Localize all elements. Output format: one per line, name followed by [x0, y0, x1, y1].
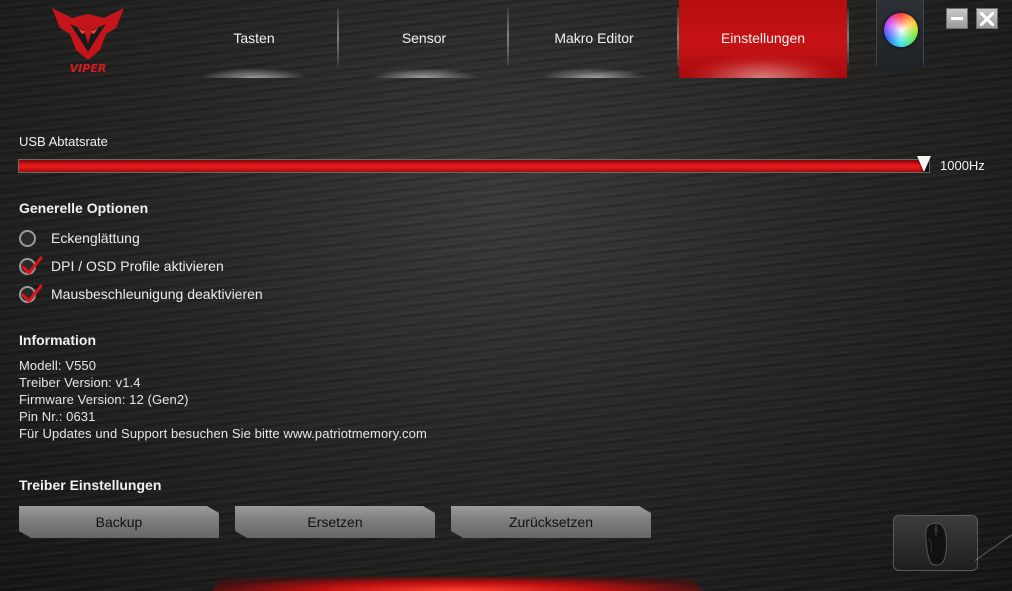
polling-rate-label: USB Abtatsrate	[19, 134, 108, 149]
option-label: DPI / OSD Profile aktivieren	[51, 258, 224, 274]
checkmark-icon	[21, 256, 43, 274]
minimize-button[interactable]	[946, 8, 968, 29]
general-options-title: Generelle Optionen	[19, 200, 149, 216]
logo-text: VIPER	[70, 62, 107, 75]
polling-rate-value: 1000Hz	[940, 158, 985, 173]
option-label: Mausbeschleunigung deaktivieren	[51, 286, 263, 302]
information-title: Information	[19, 332, 96, 348]
checkmark-icon	[21, 284, 43, 302]
option-dpi-osd-profiles[interactable]: DPI / OSD Profile aktivieren	[19, 256, 224, 276]
device-mouse-button[interactable]	[893, 515, 978, 571]
option-disable-acceleration[interactable]: Mausbeschleunigung deaktivieren	[19, 284, 263, 304]
viper-logo-icon: VIPER	[52, 8, 124, 75]
tab-divider	[507, 8, 509, 66]
driver-settings-title: Treiber Einstellungen	[19, 477, 162, 493]
tab-label: Makro Editor	[554, 30, 634, 46]
option-label: Eckenglättung	[51, 230, 140, 246]
tab-tasten[interactable]: Tasten	[170, 0, 338, 78]
tab-label: Einstellungen	[720, 30, 806, 46]
info-driver-version: Treiber Version: v1.4	[19, 375, 141, 390]
info-model: Modell: V550	[19, 358, 97, 373]
mouse-icon	[925, 522, 947, 566]
tab-divider	[337, 8, 339, 66]
bottom-glow-bar	[212, 577, 702, 591]
color-wheel-icon	[884, 13, 918, 47]
polling-rate-fill	[19, 160, 923, 172]
checkbox-checked[interactable]	[19, 256, 43, 275]
checkbox-checked[interactable]	[19, 284, 43, 303]
lighting-tab[interactable]	[876, 0, 924, 74]
replace-button[interactable]: Ersetzen	[235, 506, 435, 538]
tab-makro-editor[interactable]: Makro Editor	[510, 0, 678, 78]
info-pin-number: Pin Nr.: 0631	[19, 409, 96, 424]
close-button[interactable]	[976, 8, 998, 29]
backup-button[interactable]: Backup	[19, 506, 219, 538]
viper-logo: VIPER	[48, 4, 128, 76]
tab-label: Tasten	[233, 30, 275, 46]
option-corner-smoothing[interactable]: Eckenglättung	[19, 228, 140, 248]
close-icon	[980, 12, 994, 26]
tab-sensor[interactable]: Sensor	[340, 0, 508, 78]
reset-button[interactable]: Zurücksetzen	[451, 506, 651, 538]
tab-divider	[847, 8, 849, 66]
info-firmware-version: Firmware Version: 12 (Gen2)	[19, 392, 189, 407]
tab-label: Sensor	[401, 30, 447, 46]
unchecked-circle-icon[interactable]	[19, 229, 36, 247]
corner-decoration	[974, 525, 1012, 561]
polling-rate-slider-handle[interactable]	[916, 156, 931, 172]
polling-rate-slider[interactable]	[18, 159, 930, 173]
info-support-link: Für Updates und Support besuchen Sie bit…	[19, 426, 427, 441]
tab-einstellungen[interactable]: Einstellungen	[679, 0, 847, 78]
